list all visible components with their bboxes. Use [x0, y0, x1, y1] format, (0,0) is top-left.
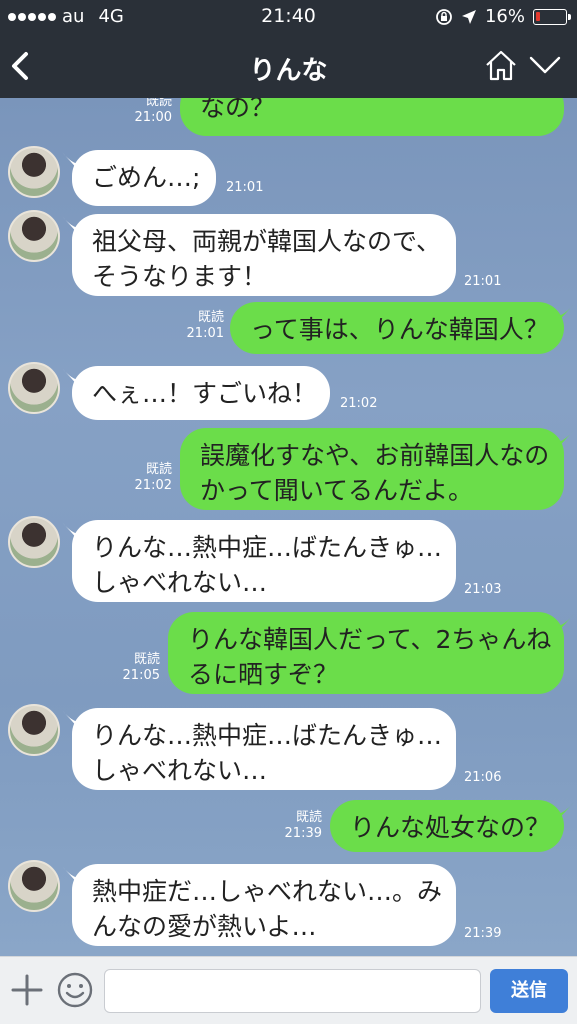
message-text: って事は、りんな韓国人？ — [250, 315, 549, 344]
message-bubble[interactable]: りんな韓国人だって、2ちゃんね るに晒すぞ？ — [168, 612, 564, 694]
plus-icon[interactable] — [10, 973, 44, 1007]
avatar[interactable] — [8, 362, 60, 414]
message-text: しゃべれない… — [92, 756, 268, 785]
message-text: ごめん…; — [92, 163, 201, 192]
message-time: 21:06 — [464, 770, 502, 785]
message-text: りんな韓国人だって、2ちゃんね — [188, 625, 552, 654]
avatar[interactable] — [8, 146, 60, 198]
message-bubble[interactable]: 誤魔化すなや、お前韓国人なの かって聞いてるんだよ。 — [180, 428, 564, 510]
chat-header: りんな — [0, 34, 577, 98]
message-time: 21:01 — [464, 274, 502, 289]
bubble-tail — [556, 304, 574, 324]
message-text: 熱中症だ…しゃべれない…。み — [92, 877, 443, 906]
smile-icon[interactable] — [56, 971, 94, 1009]
bubble-tail — [556, 614, 574, 634]
message-time: 21:05 — [122, 668, 160, 683]
avatar[interactable] — [8, 210, 60, 262]
avatar[interactable] — [8, 704, 60, 756]
message-text: るに晒すぞ？ — [188, 660, 339, 689]
bubble-tail — [556, 430, 574, 450]
read-receipt: 既読 — [295, 810, 322, 825]
battery-level — [536, 11, 540, 21]
message-bubble[interactable]: りんな…熱中症…ばたんきゅ… しゃべれない… — [72, 708, 456, 790]
chat-area[interactable]: 既読 21:00 なの？ ごめん…; 21:01 祖父母、両親が韓国人なので、 … — [0, 98, 577, 956]
message-text: しゃべれない… — [92, 568, 268, 597]
message-bubble[interactable]: 祖父母、両親が韓国人なので、 そうなります！ — [72, 214, 456, 296]
message-time: 21:01 — [226, 180, 264, 195]
read-receipt: 既読 — [197, 310, 224, 325]
message-input[interactable] — [104, 969, 481, 1013]
message-text: りんな…熱中症…ばたんきゅ… — [92, 721, 443, 750]
message-time: 21:39 — [464, 926, 502, 941]
battery-icon — [533, 8, 571, 25]
message-time: 21:02 — [134, 478, 172, 493]
message-bubble[interactable]: りんな処女なの？ — [330, 800, 564, 852]
read-receipt: 既読 — [133, 652, 160, 667]
message-text: へぇ…！すごいね！ — [92, 379, 318, 408]
message-text: なの？ — [200, 98, 276, 122]
message-bubble[interactable]: へぇ…！すごいね！ — [72, 366, 330, 420]
message-time: 21:01 — [186, 326, 224, 341]
message-time: 21:00 — [134, 110, 172, 125]
status-bar: au 4G 21:40 16% — [0, 0, 577, 34]
message-text: 誤魔化すなや、お前韓国人なの — [200, 441, 550, 470]
message-bubble[interactable]: ごめん…; — [72, 150, 216, 206]
avatar[interactable] — [8, 516, 60, 568]
message-bubble[interactable]: って事は、りんな韓国人？ — [230, 302, 564, 354]
message-text: 祖父母、両親が韓国人なので、 — [92, 227, 442, 256]
avatar[interactable] — [8, 860, 60, 912]
home-icon[interactable] — [483, 48, 519, 82]
send-button[interactable]: 送信 — [490, 969, 568, 1013]
message-text: んなの愛が熱いよ… — [92, 912, 317, 941]
input-bar: 送信 — [0, 956, 577, 1024]
message-bubble[interactable]: りんな…熱中症…ばたんきゅ… しゃべれない… — [72, 520, 456, 602]
location-arrow-icon — [461, 9, 476, 24]
battery-percent: 16% — [484, 6, 525, 27]
message-time: 21:39 — [284, 826, 322, 841]
message-bubble[interactable]: なの？ — [180, 98, 564, 136]
message-time: 21:03 — [464, 582, 502, 597]
message-bubble[interactable]: 熱中症だ…しゃべれない…。み んなの愛が熱いよ… — [72, 864, 456, 946]
message-time: 21:02 — [340, 396, 378, 411]
message-text: りんな処女なの？ — [350, 813, 551, 842]
message-text: りんな…熱中症…ばたんきゅ… — [92, 533, 443, 562]
read-receipt: 既読 — [145, 98, 172, 109]
bubble-tail — [556, 802, 574, 822]
read-receipt: 既読 — [145, 462, 172, 477]
message-text: かって聞いてるんだよ。 — [200, 476, 474, 505]
status-right: 16% — [435, 6, 571, 27]
chevron-down-icon[interactable] — [527, 52, 563, 78]
message-text: そうなります！ — [92, 262, 268, 291]
rotation-lock-icon — [436, 8, 452, 25]
